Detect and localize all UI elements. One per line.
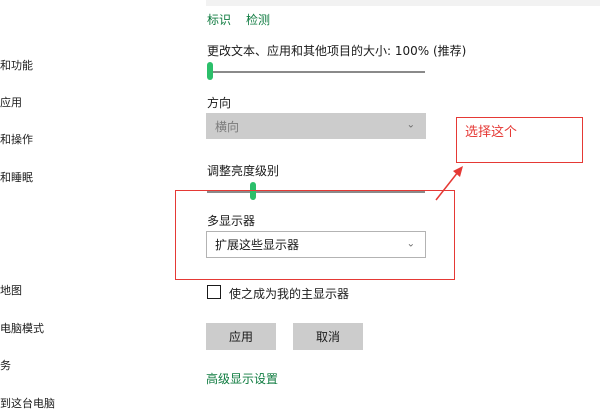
chevron-down-icon: ⌄	[406, 119, 415, 131]
orientation-label: 方向	[207, 96, 232, 110]
annotation-arrow-icon	[435, 166, 463, 201]
sidebar-item-project-to-pc[interactable]: 到这台电脑	[0, 395, 55, 411]
sidebar-item-sleep[interactable]: 和睡眠	[0, 169, 33, 185]
main-display-checkbox-label[interactable]: 使之成为我的主显示器	[229, 285, 349, 302]
scale-slider-track[interactable]	[207, 71, 425, 73]
identify-link[interactable]: 标识	[207, 11, 231, 28]
orientation-select[interactable]: 横向 ⌄	[206, 113, 426, 139]
sidebar-item-multitasking[interactable]: 务	[0, 357, 11, 373]
cancel-button[interactable]: 取消	[293, 323, 363, 350]
orientation-value: 横向	[215, 119, 240, 134]
sidebar-item-actions[interactable]: 和操作	[0, 131, 33, 147]
header-strip	[206, 0, 600, 6]
sidebar-item-maps[interactable]: 地图	[0, 282, 22, 298]
apply-button[interactable]: 应用	[206, 323, 276, 350]
advanced-display-settings-link[interactable]: 高级显示设置	[206, 370, 278, 387]
scale-label: 更改文本、应用和其他项目的大小: 100% (推荐)	[207, 44, 467, 58]
brightness-label: 调整亮度级别	[207, 164, 280, 178]
sidebar-item-tablet-mode[interactable]: 电脑模式	[0, 320, 44, 336]
detect-link[interactable]: 检测	[246, 11, 270, 28]
scale-slider-thumb[interactable]	[207, 62, 213, 80]
highlight-box	[175, 190, 455, 280]
annotation-text: 选择这个	[465, 125, 518, 140]
sidebar-item-notifications[interactable]: 和功能	[0, 57, 33, 73]
main-display-checkbox[interactable]	[207, 285, 221, 299]
sidebar-item-apps[interactable]: 应用	[0, 94, 22, 110]
